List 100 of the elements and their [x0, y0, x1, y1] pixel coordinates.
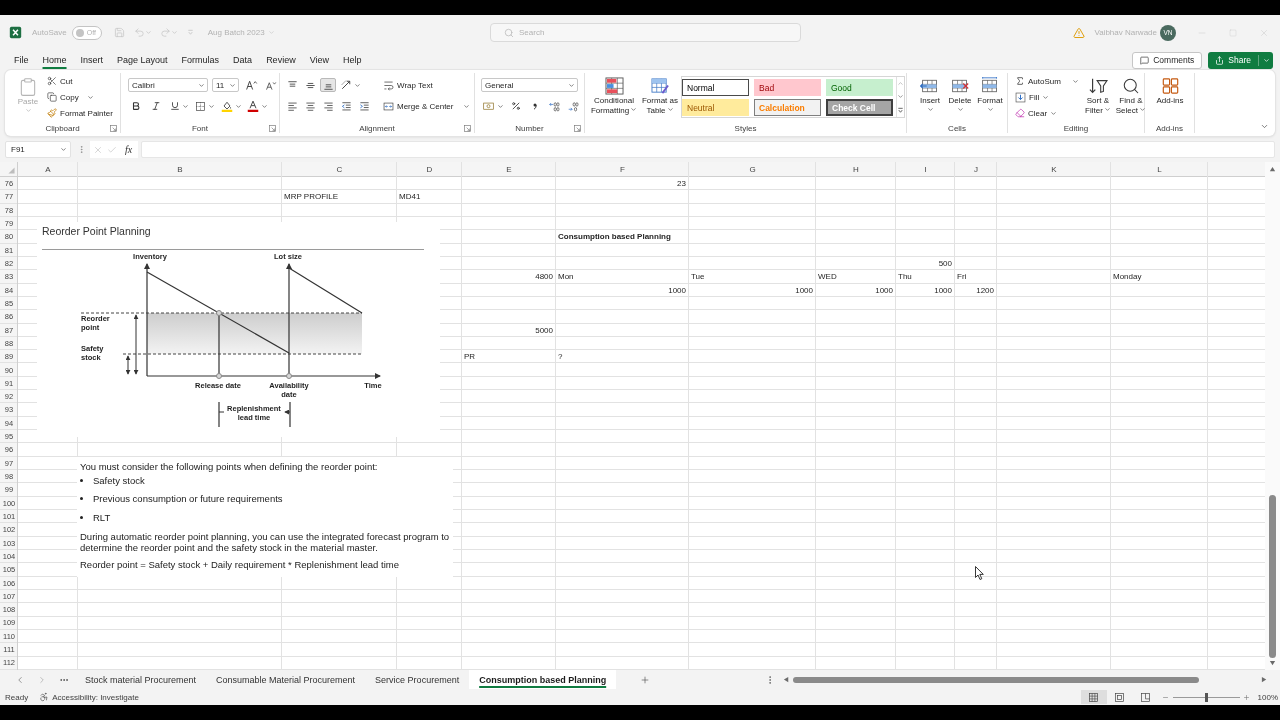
shrink-font-icon[interactable] [265, 79, 277, 91]
scrollbar-thumb[interactable] [1269, 495, 1276, 658]
sheet-tab[interactable]: Service Procurement [365, 670, 470, 689]
caret-icon[interactable] [497, 102, 504, 110]
column-header[interactable]: I [896, 162, 955, 177]
cancel-icon[interactable] [93, 144, 103, 155]
decrease-decimal-icon[interactable] [566, 100, 580, 112]
cells-button[interactable]: Format [975, 73, 1005, 113]
dialog-launcher-icon[interactable] [110, 124, 117, 132]
caret-icon[interactable] [60, 146, 67, 153]
comments-button[interactable]: Comments [1132, 51, 1203, 69]
menu-tab[interactable]: Page Layout [110, 50, 175, 70]
view-button[interactable] [1080, 690, 1107, 704]
decrease-indent-icon[interactable] [340, 100, 352, 112]
cells-button[interactable]: Insert [915, 73, 945, 113]
column-header[interactable]: J [955, 162, 997, 177]
menu-tab[interactable]: Help [336, 50, 369, 70]
caret-icon[interactable] [208, 102, 215, 110]
caret-icon[interactable] [1139, 106, 1146, 113]
menu-tab[interactable]: Review [259, 50, 303, 70]
column-header[interactable]: D [397, 162, 462, 177]
menu-tab[interactable]: View [302, 50, 336, 70]
name-box[interactable]: F91 [5, 141, 71, 158]
dialog-launcher-icon[interactable] [269, 124, 276, 132]
font-size-dropdown[interactable]: 11 [212, 78, 239, 92]
menu-tab[interactable]: Formulas [174, 50, 227, 70]
insert-function-button[interactable]: fx [121, 144, 133, 155]
italic-icon[interactable] [151, 101, 161, 111]
font-name-dropdown[interactable]: Calibri [128, 78, 208, 92]
caret-icon[interactable] [181, 102, 189, 110]
column-header[interactable]: A [18, 162, 78, 177]
menu-tab[interactable]: Home [35, 50, 74, 70]
formula-input[interactable] [141, 141, 1275, 158]
scroll-down-icon[interactable] [1269, 660, 1276, 667]
add-ins-button[interactable]: Add-ins [1148, 73, 1192, 106]
caret-icon[interactable] [666, 106, 674, 113]
scroll-right-icon[interactable] [1261, 676, 1268, 683]
dialog-launcher-icon[interactable] [574, 124, 581, 132]
caret-icon[interactable] [956, 106, 964, 113]
copy-button[interactable]: Copy [45, 89, 115, 105]
caret-icon[interactable] [986, 106, 994, 113]
autosum-button[interactable]: AutoSum [1013, 73, 1081, 89]
conditional-formatting-button[interactable]: Conditional Formatting [588, 73, 640, 117]
scroll-left-icon[interactable] [783, 676, 790, 683]
increase-indent-icon[interactable] [358, 100, 370, 112]
caret-icon[interactable] [1071, 77, 1079, 85]
borders-icon[interactable] [195, 100, 206, 112]
caret-icon[interactable] [353, 81, 361, 89]
share-button[interactable]: Share [1208, 51, 1273, 69]
scrollbar-thumb[interactable] [793, 676, 1199, 683]
cell-style-option[interactable]: Bad [754, 79, 821, 96]
menu-tab[interactable]: File [7, 50, 36, 70]
caret-icon[interactable] [260, 102, 268, 110]
sheet-tab[interactable]: Consumption based Planning [469, 670, 617, 689]
column-header[interactable]: K [997, 162, 1111, 177]
scroll-up-icon[interactable] [1269, 166, 1276, 173]
menu-tab[interactable]: Data [226, 50, 260, 70]
column-header[interactable]: G [689, 162, 816, 177]
column-header[interactable]: C [282, 162, 397, 177]
next-sheet-icon[interactable] [37, 674, 47, 685]
caret-icon[interactable] [198, 81, 205, 89]
fill-color-icon[interactable] [220, 100, 233, 112]
sheet-tab[interactable]: Consumable Material Procurement [206, 670, 366, 689]
column-header[interactable]: B [78, 162, 282, 177]
caret-icon[interactable] [86, 93, 94, 101]
caret-icon[interactable] [1263, 56, 1270, 64]
zoom-in-icon[interactable] [1242, 693, 1250, 701]
format-as-table-button[interactable]: Format as Table [640, 73, 680, 117]
percent-icon[interactable] [511, 101, 521, 111]
save-icon[interactable] [113, 27, 125, 38]
column-header[interactable]: E [462, 162, 556, 177]
menu-tab[interactable]: Insert [73, 50, 111, 70]
underline-icon[interactable] [169, 101, 180, 111]
expand-gallery-icon[interactable] [897, 106, 904, 114]
grow-font-icon[interactable] [245, 79, 258, 91]
cells-button[interactable]: Delete [945, 73, 975, 113]
cell-style-option[interactable]: Neutral [682, 99, 749, 116]
column-header[interactable]: H [816, 162, 896, 177]
select-all-icon[interactable] [8, 167, 15, 174]
cell-style-option[interactable]: Normal [682, 79, 749, 96]
zoom-thumb[interactable] [1204, 692, 1208, 702]
clear-button[interactable]: Clear [1013, 105, 1081, 121]
chevron-down-icon[interactable] [1260, 122, 1269, 131]
caret-icon[interactable] [229, 81, 236, 89]
orientation-icon[interactable] [339, 79, 352, 91]
cell-style-option[interactable]: Good [826, 79, 893, 96]
column-header[interactable]: F [556, 162, 689, 177]
accounting-format-icon[interactable] [482, 100, 495, 112]
caret-icon[interactable] [926, 106, 934, 113]
insert-cells-icon[interactable] [920, 77, 940, 95]
find-select-button[interactable]: Find & Select [1114, 73, 1147, 117]
scroll-down-icon[interactable] [897, 93, 904, 101]
caret-icon[interactable] [630, 106, 638, 113]
increase-decimal-icon[interactable] [547, 100, 561, 112]
sort-filter-button[interactable]: Sort & Filter [1080, 73, 1115, 117]
sheet-tab[interactable]: Stock material Procurement [75, 670, 207, 689]
delete-cells-icon[interactable] [950, 77, 970, 95]
dialog-launcher-icon[interactable] [464, 124, 471, 132]
format-cells-icon[interactable] [980, 77, 1000, 95]
bold-icon[interactable] [131, 101, 141, 111]
